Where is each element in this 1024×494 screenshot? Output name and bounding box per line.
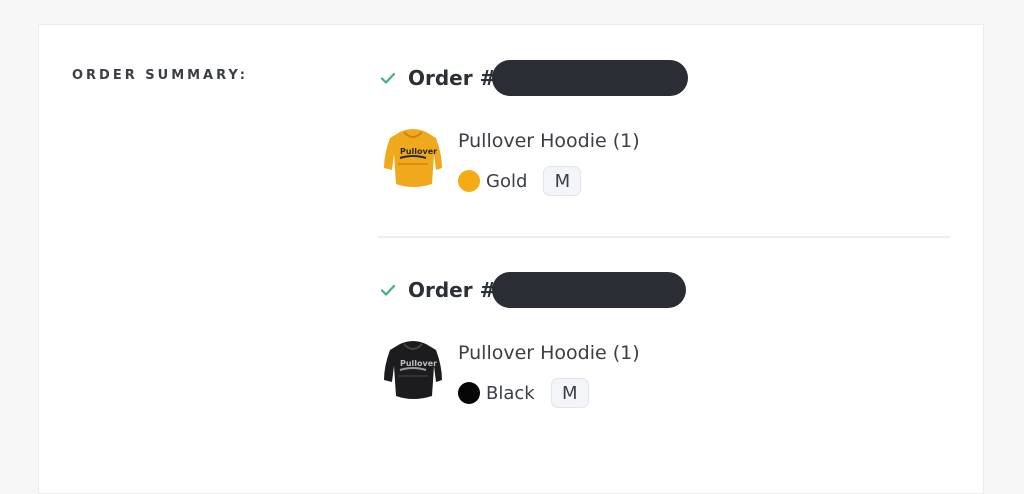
item-variant: Gold M xyxy=(458,166,582,196)
item-name: Pullover Hoodie (1) xyxy=(458,130,640,152)
order-number-label: Order # xyxy=(408,278,497,302)
svg-text:Pullover: Pullover xyxy=(400,359,437,368)
redacted-order-number xyxy=(492,60,689,96)
item-variant: Black M xyxy=(458,378,589,408)
order-divider xyxy=(378,236,950,238)
order-number-label: Order # xyxy=(408,66,497,90)
black-hoodie-image: Pullover xyxy=(384,341,442,399)
black-color-swatch xyxy=(458,382,480,404)
order-item[interactable]: Pullover Pullover Hoodie (1) Gold M xyxy=(378,124,950,204)
item-color-label: Gold xyxy=(486,170,528,192)
check-icon xyxy=(380,284,396,296)
order-section: Order # Pullover Pullover Hoodie (1) Bla… xyxy=(378,272,950,416)
gold-color-swatch xyxy=(458,170,480,192)
order-item[interactable]: Pullover Pullover Hoodie (1) Black M xyxy=(378,336,950,416)
item-name: Pullover Hoodie (1) xyxy=(458,342,640,364)
order-section: Order # Pullover Pullover Hoodie (1) Gol… xyxy=(378,60,950,204)
svg-text:Pullover: Pullover xyxy=(400,147,437,156)
size-badge: M xyxy=(543,166,582,196)
size-badge: M xyxy=(550,378,589,408)
order-summary-label: ORDER SUMMARY: xyxy=(72,68,248,83)
redacted-order-number xyxy=(492,272,687,308)
item-color-label: Black xyxy=(486,382,535,404)
check-icon xyxy=(380,72,396,84)
order-header: Order # xyxy=(378,272,950,308)
gold-hoodie-image: Pullover xyxy=(384,129,442,187)
order-header: Order # xyxy=(378,60,950,96)
